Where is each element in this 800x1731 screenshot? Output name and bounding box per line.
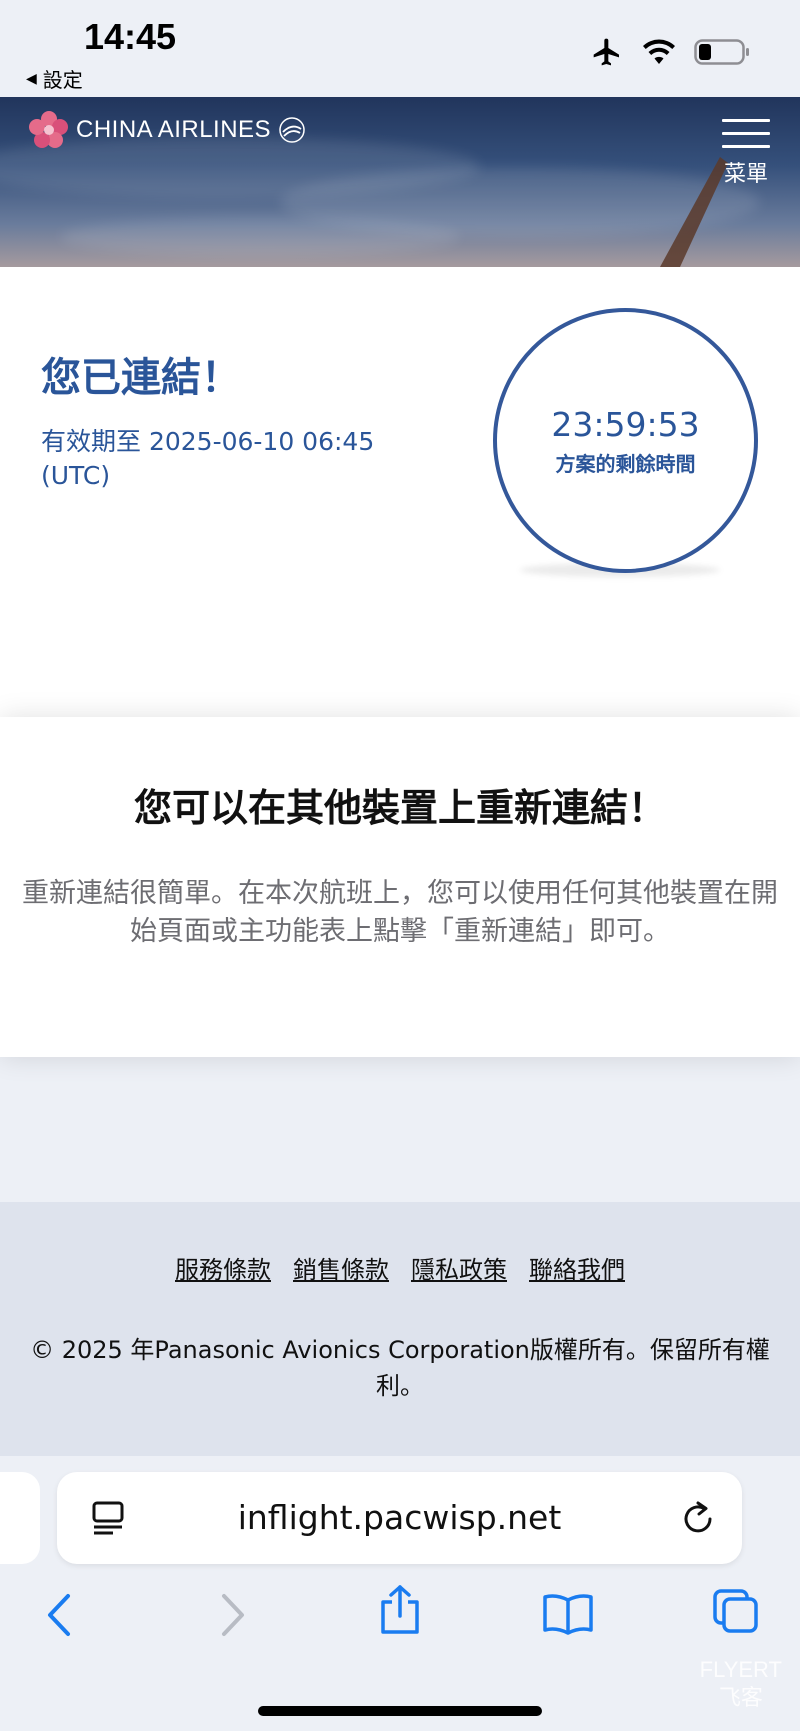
remaining-time-circle: 23:59:53 方案的剩餘時間 <box>493 308 758 573</box>
back-triangle-icon: ◀ <box>26 70 37 87</box>
back-app-label: 設定 <box>42 68 83 92</box>
screen: 14:45 ◀ 設定 CHINA AIRLINES 菜單 您已連結！ 有效期至 … <box>0 0 800 1731</box>
watermark-line1: FLYERT <box>699 1657 782 1682</box>
menu-label: 菜單 <box>723 162 768 187</box>
url-text[interactable]: inflight.pacwisp.net <box>137 1472 662 1564</box>
banner-cloud <box>60 217 460 257</box>
remaining-time-label: 方案的剩餘時間 <box>555 451 696 476</box>
hamburger-icon-bar <box>722 132 770 135</box>
address-bar[interactable]: inflight.pacwisp.net <box>57 1472 742 1564</box>
privacy-policy-link[interactable]: 隱私政策 <box>411 1250 507 1285</box>
logo-text: CHINA AIRLINES <box>76 116 272 143</box>
header-banner: CHINA AIRLINES 菜單 <box>0 97 800 267</box>
reader-mode-icon[interactable] <box>91 1500 125 1540</box>
terms-of-service-link[interactable]: 服務條款 <box>175 1250 271 1285</box>
status-bar: 14:45 ◀ 設定 <box>0 0 800 97</box>
aircraft-wing-icon <box>660 157 728 267</box>
home-indicator[interactable] <box>258 1706 542 1716</box>
reload-icon[interactable] <box>682 1498 716 1540</box>
browser-toolbar <box>0 1584 800 1656</box>
valid-until-text: 有效期至 2025-06-10 06:45 (UTC) <box>41 427 375 490</box>
reconnect-title: 您可以在其他裝置上重新連結！ <box>133 786 666 830</box>
footer-links: 服務條款 銷售條款 隱私政策 聯絡我們 <box>0 1250 800 1285</box>
watermark-line2: 飞客 <box>718 1685 763 1710</box>
reconnect-description: 重新連結很簡單。在本次航班上，您可以使用任何其他裝置在開始頁面或主功能表上點擊「… <box>22 878 778 947</box>
reconnect-info-card: 您可以在其他裝置上重新連結！ 重新連結很簡單。在本次航班上，您可以使用任何其他裝… <box>0 717 800 1057</box>
skyteam-icon <box>279 117 305 143</box>
china-airlines-logo[interactable]: CHINA AIRLINES <box>28 111 307 149</box>
status-time: 14:45 <box>84 16 177 57</box>
contact-us-link[interactable]: 聯絡我們 <box>529 1250 625 1285</box>
plum-blossom-icon <box>29 111 68 148</box>
status-icons <box>590 36 750 72</box>
wifi-icon <box>642 38 676 70</box>
copyright-text: © 2025 年Panasonic Avionics Corporation版權… <box>30 1336 770 1400</box>
menu-button[interactable]: 菜單 <box>722 119 770 188</box>
connection-status-card: 您已連結！ 有效期至 2025-06-10 06:45 (UTC) 23:59:… <box>0 267 800 717</box>
hamburger-icon <box>722 119 770 122</box>
connected-title: 您已連結！ <box>41 355 241 401</box>
airplane-icon <box>590 36 624 72</box>
previous-tab-preview[interactable] <box>0 1472 40 1564</box>
remaining-time-value: 23:59:53 <box>551 404 700 444</box>
battery-icon <box>694 38 750 70</box>
browser-bottom-bar: inflight.pacwisp.net FLYERT 飞客 <box>0 1456 800 1731</box>
tabs-icon[interactable] <box>712 1588 760 1638</box>
hamburger-icon-bar <box>722 145 770 148</box>
watermark: FLYERT 飞客 <box>700 1656 782 1712</box>
back-arrow-icon[interactable] <box>44 1592 74 1642</box>
page-footer: 服務條款 銷售條款 隱私政策 聯絡我們 © 2025 年Panasonic Av… <box>0 1202 800 1456</box>
bookmarks-icon[interactable] <box>542 1592 594 1640</box>
share-icon[interactable] <box>378 1584 422 1640</box>
forward-arrow-icon[interactable] <box>218 1592 248 1642</box>
terms-of-sale-link[interactable]: 銷售條款 <box>293 1250 389 1285</box>
back-to-app-button[interactable]: ◀ 設定 <box>26 64 83 93</box>
